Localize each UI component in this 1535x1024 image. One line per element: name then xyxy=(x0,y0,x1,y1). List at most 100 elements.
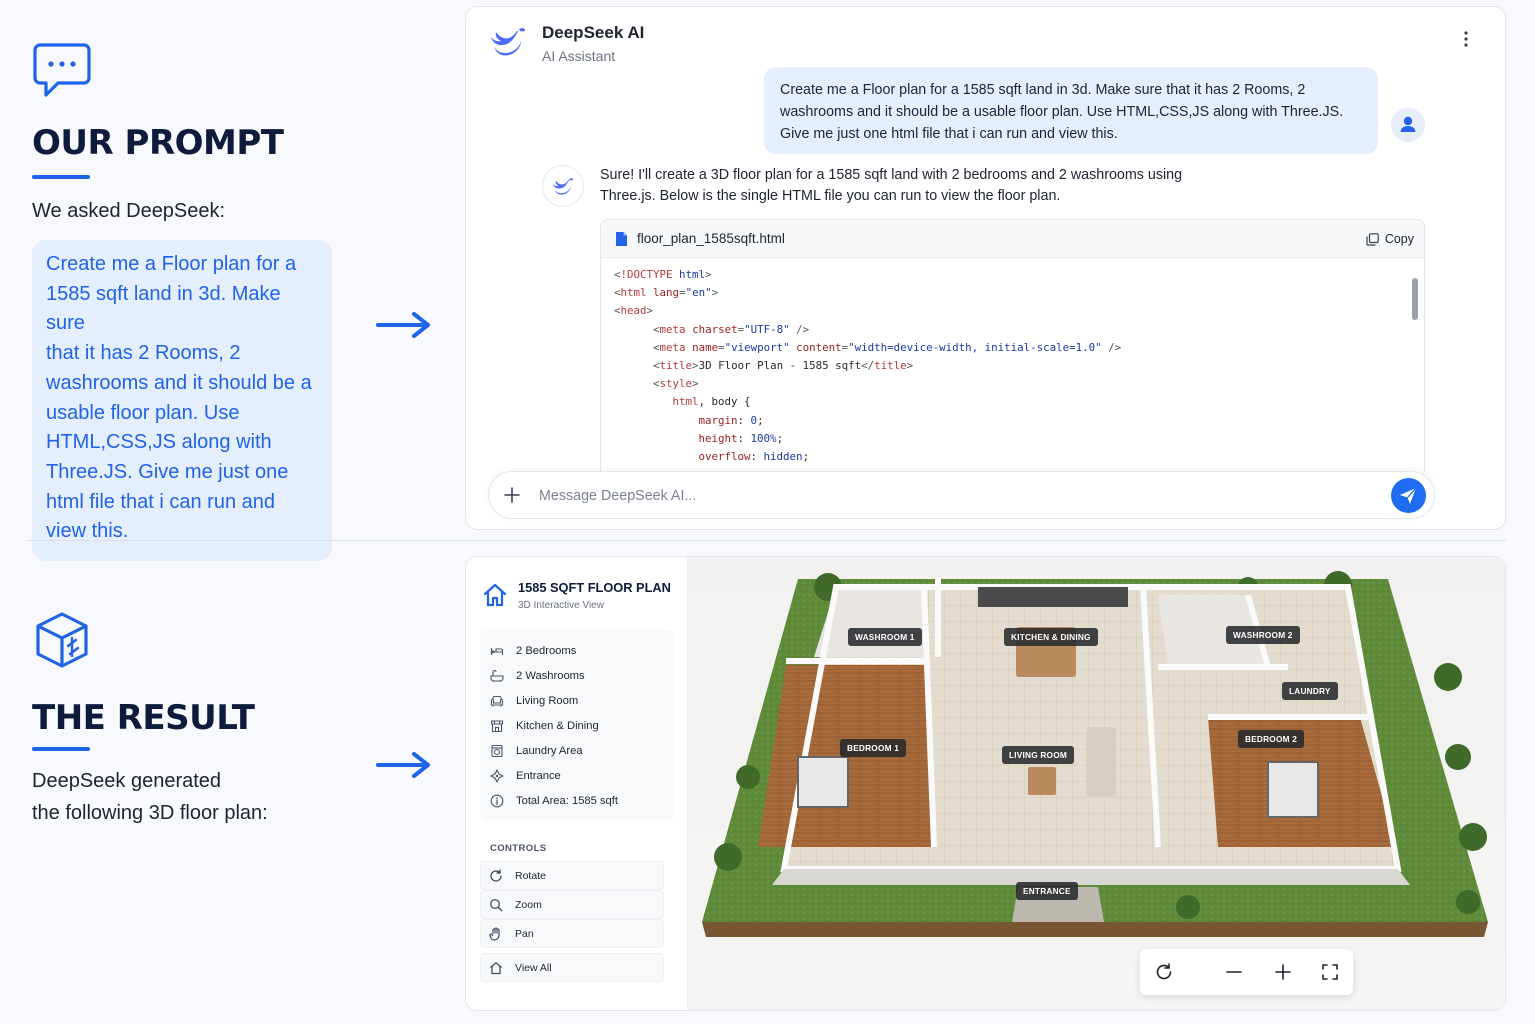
list-item: 2 Bedrooms xyxy=(490,641,576,661)
prompt-heading: OUR PROMPT xyxy=(32,123,284,163)
file-icon xyxy=(616,232,627,246)
result-heading: THE RESULT xyxy=(32,698,255,738)
feature-label: 2 Bedrooms xyxy=(516,645,577,657)
code-scrollbar[interactable] xyxy=(1412,270,1418,475)
control-label: View All xyxy=(515,961,552,974)
3d-viewport[interactable]: WASHROOM 1 KITCHEN & DINING WASHROOM 2 L… xyxy=(688,557,1505,1010)
compass-icon xyxy=(490,769,504,783)
feature-label: 2 Washrooms xyxy=(516,670,585,682)
rotate-button[interactable]: Rotate xyxy=(480,861,664,890)
bot-message-line: Three.js. Below is the single HTML file … xyxy=(600,188,1061,204)
copy-icon xyxy=(1366,232,1379,246)
code-block: floor_plan_1585sqft.html Copy <!DOCTYPE … xyxy=(600,219,1425,477)
deepseek-logo-icon xyxy=(552,178,574,195)
list-item: Laundry Area xyxy=(490,741,583,761)
sofa-icon xyxy=(490,695,504,707)
list-item: 2 Washrooms xyxy=(490,666,585,686)
scrollbar-thumb[interactable] xyxy=(1412,278,1418,320)
heading-underline xyxy=(32,175,90,179)
sofa xyxy=(1086,727,1116,797)
user-message-bubble: Create me a Floor plan for a 1585 sqft l… xyxy=(764,67,1378,154)
prompt-line: html file that i can run and xyxy=(46,490,276,513)
deepseek-logo-icon xyxy=(491,28,525,56)
result-text-line: DeepSeek generated xyxy=(32,770,222,792)
rotate-icon xyxy=(490,868,502,882)
attach-plus-icon[interactable] xyxy=(503,486,521,504)
feature-label: Entrance xyxy=(516,770,561,782)
plan-title: 1585 SQFT FLOOR PLAN xyxy=(518,580,671,595)
room-label-entrance: ENTRANCE xyxy=(1016,882,1078,900)
kitchen-counter xyxy=(978,587,1128,607)
chat-bubble-icon xyxy=(33,43,91,97)
room-label-living: LIVING ROOM xyxy=(1002,746,1074,764)
prompt-line: Create me a Floor plan for a xyxy=(46,253,297,275)
prompt-line: 1585 sqft land in 3d. Make sure xyxy=(46,282,281,335)
copy-button[interactable]: Copy xyxy=(1366,229,1414,249)
view-all-button[interactable]: View All xyxy=(480,953,664,982)
send-icon xyxy=(1400,487,1417,504)
bed-icon xyxy=(490,648,504,655)
zoom-out-icon[interactable] xyxy=(1224,962,1244,982)
more-options-icon[interactable] xyxy=(1459,29,1473,49)
prompt-line: view this. xyxy=(46,520,129,543)
room-label-kitchen: KITCHEN & DINING xyxy=(1004,628,1098,646)
control-label: Rotate xyxy=(515,869,546,882)
cube-icon xyxy=(36,612,88,668)
zoom-button[interactable]: Zoom xyxy=(480,890,664,919)
washer-icon xyxy=(491,744,503,758)
copy-label: Copy xyxy=(1384,232,1414,246)
user-message-line: Create me a Floor plan for a 1585 sqft l… xyxy=(780,82,1306,98)
user-message-line: washrooms and it should be a usable floo… xyxy=(780,104,1344,120)
result-section: THE RESULT DeepSeek generated the follow… xyxy=(32,610,332,829)
zoom-icon xyxy=(490,898,503,911)
feature-label: Living Room xyxy=(516,695,579,707)
list-item: Kitchen & Dining xyxy=(490,716,599,736)
room-label-washroom-2: WASHROOM 2 xyxy=(1226,626,1300,644)
hand-icon xyxy=(489,926,500,941)
store-icon xyxy=(490,720,504,733)
code-block-header: floor_plan_1585sqft.html Copy xyxy=(601,220,1424,258)
list-item: Living Room xyxy=(490,691,578,711)
chat-app-title: DeepSeek AI xyxy=(542,23,645,42)
controls-heading: CONTROLS xyxy=(490,843,547,854)
bed-2 xyxy=(1267,761,1319,818)
room-label-bedroom-1: BEDROOM 1 xyxy=(840,739,907,757)
chat-app-subtitle: AI Assistant xyxy=(542,48,616,64)
floor-plan-render xyxy=(702,571,1488,937)
arrow-right-icon xyxy=(376,312,430,338)
info-icon xyxy=(490,794,504,808)
prompt-line: usable floor plan. Use xyxy=(46,401,240,424)
chat-window: DeepSeek AI AI Assistant Create me a Flo… xyxy=(465,6,1506,530)
pan-button[interactable]: Pan xyxy=(480,919,664,948)
send-button[interactable] xyxy=(1391,478,1426,513)
room-label-washroom-1: WASHROOM 1 xyxy=(848,628,922,646)
fullscreen-icon[interactable] xyxy=(1320,962,1340,982)
feature-label: Laundry Area xyxy=(516,745,583,757)
prompt-line: HTML,CSS,JS along with xyxy=(46,431,272,454)
bot-message: Sure! I'll create a 3D floor plan for a … xyxy=(600,165,1220,207)
home-icon xyxy=(490,961,502,974)
code-file-name: floor_plan_1585sqft.html xyxy=(637,231,785,246)
code-content: <!DOCTYPE html> <html lang="en"> <head> … xyxy=(614,268,1122,476)
wall-face xyxy=(772,869,1410,885)
feature-list: 2 Bedrooms 2 Washrooms Living Room Kitch… xyxy=(480,629,674,821)
user-message-line: Give me just one html file that i can ru… xyxy=(780,126,1118,142)
prompt-intro: We asked DeepSeek: xyxy=(32,200,226,222)
message-input[interactable] xyxy=(539,484,1359,508)
room-label-laundry: LAUNDRY xyxy=(1282,682,1338,700)
house-icon xyxy=(483,583,507,607)
control-label: Zoom xyxy=(515,898,542,911)
bathtub-icon xyxy=(490,670,504,683)
plan-side-panel: 1585 SQFT FLOOR PLAN 3D Interactive View… xyxy=(466,557,688,1010)
prompt-line: washrooms and it should be a xyxy=(46,371,312,394)
room-label-bedroom-2: BEDROOM 2 xyxy=(1238,730,1305,748)
heading-underline xyxy=(32,747,90,751)
reset-rotate-icon[interactable] xyxy=(1154,962,1174,982)
prompt-line: that it has 2 Rooms, 2 xyxy=(46,342,241,365)
prompt-section: OUR PROMPT We asked DeepSeek: Create me … xyxy=(32,42,332,562)
zoom-in-icon[interactable] xyxy=(1273,962,1293,982)
feature-label: Total Area: 1585 sqft xyxy=(516,795,618,807)
soil-edge xyxy=(702,922,1488,937)
prompt-text-box: Create me a Floor plan for a 1585 sqft l… xyxy=(32,240,332,562)
user-avatar xyxy=(1391,108,1425,142)
